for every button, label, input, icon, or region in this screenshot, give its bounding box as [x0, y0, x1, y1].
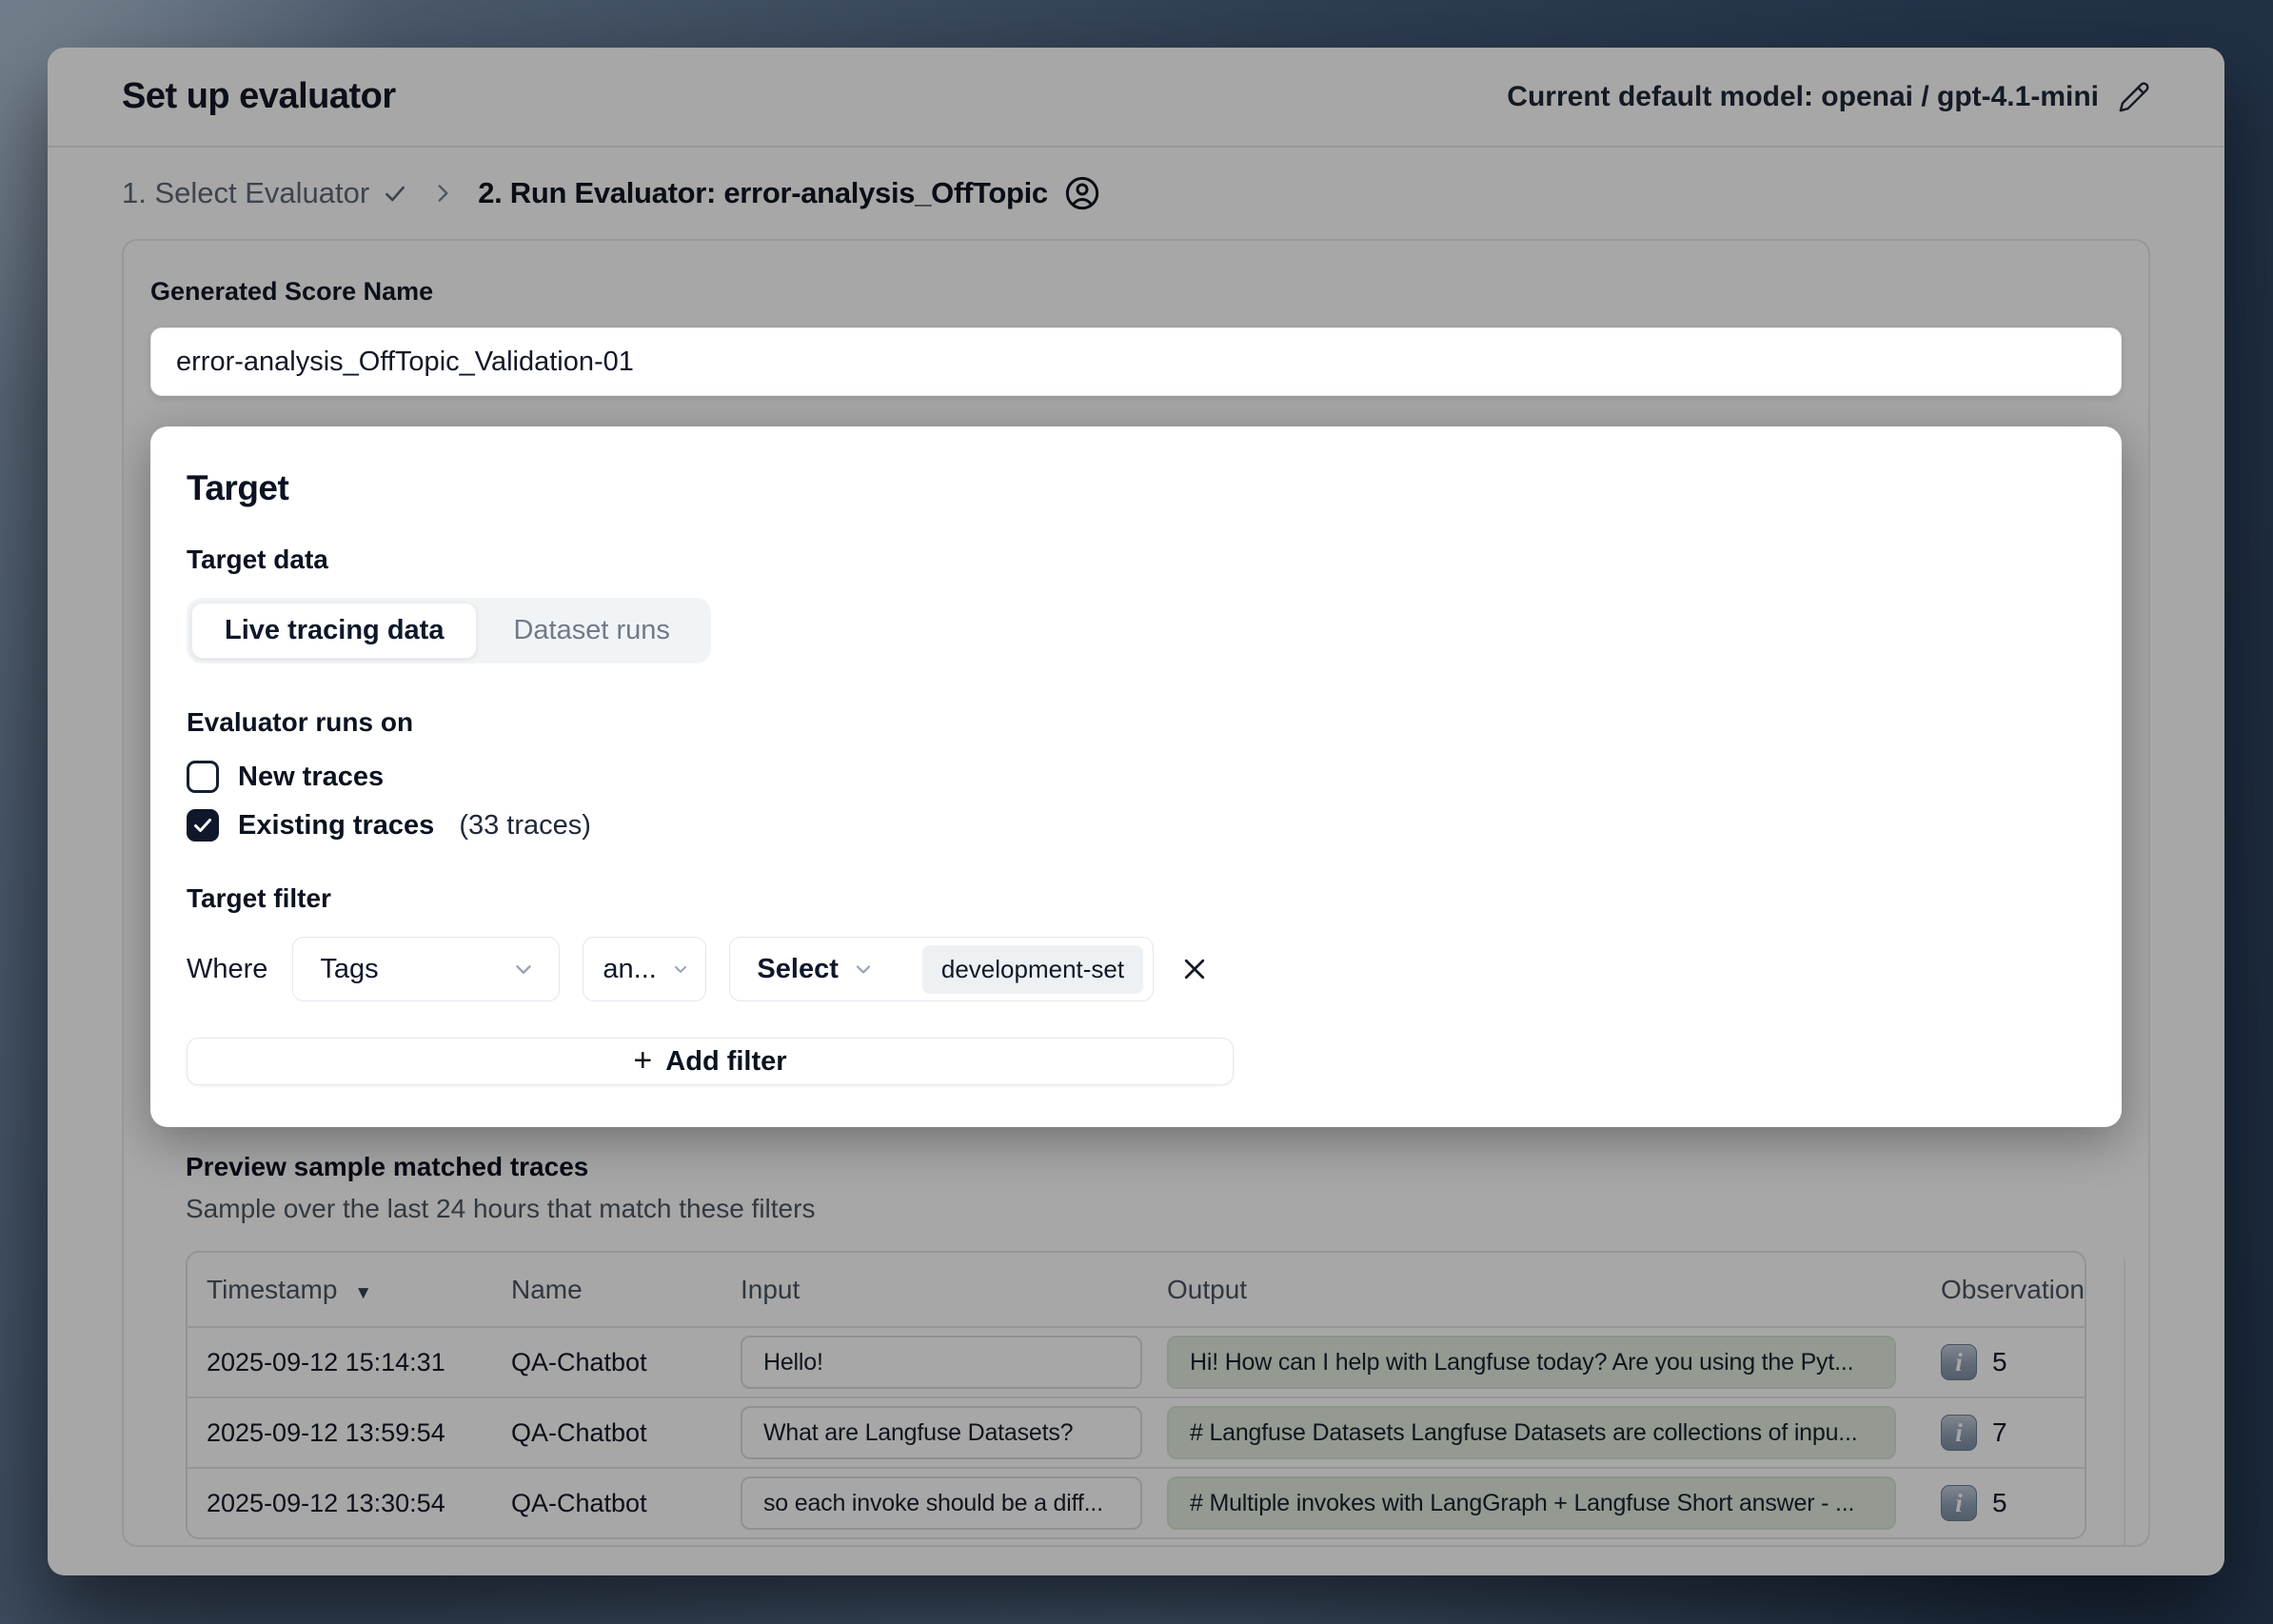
filter-operator-select[interactable]: an...: [583, 937, 706, 1001]
cell-name: QA-Chatbot: [492, 1489, 718, 1518]
filter-operator-value: an...: [603, 954, 656, 985]
target-heading: Target: [187, 468, 2085, 508]
page-title: Set up evaluator: [122, 76, 396, 117]
cell-input: What are Langfuse Datasets?: [718, 1406, 1144, 1459]
selected-tag-chip[interactable]: development-set: [922, 945, 1143, 994]
checkmark-icon: [191, 814, 214, 837]
existing-traces-checkbox[interactable]: [187, 809, 219, 842]
cell-observation-levels: i 5: [1918, 1485, 2085, 1521]
input-pill: Hello!: [741, 1336, 1142, 1389]
filter-column-value: Tags: [320, 954, 378, 985]
cell-timestamp: 2025-09-12 13:30:54: [188, 1489, 492, 1518]
cell-output: # Multiple invokes with LangGraph + Lang…: [1144, 1476, 1918, 1530]
column-header-observation-levels[interactable]: Observation Levels: [1918, 1275, 2085, 1305]
breadcrumb: 1. Select Evaluator 2. Run Evaluator: er…: [48, 148, 2224, 239]
tab-dataset-runs[interactable]: Dataset runs: [477, 603, 705, 659]
edit-model-button[interactable]: [2118, 81, 2150, 113]
evaluator-runs-on-label: Evaluator runs on: [187, 707, 2085, 738]
new-traces-checkbox[interactable]: [187, 761, 219, 793]
plus-icon: +: [633, 1044, 652, 1077]
existing-traces-label[interactable]: Existing traces: [238, 810, 434, 842]
cell-output: # Langfuse Datasets Langfuse Datasets ar…: [1144, 1406, 1918, 1459]
step2-label: 2. Run Evaluator: error-analysis_OffTopi…: [478, 176, 1048, 210]
column-header-name[interactable]: Name: [492, 1275, 718, 1305]
chevron-down-icon: [852, 958, 875, 980]
preview-section: Preview sample matched traces Sample ove…: [186, 1152, 2086, 1539]
output-pill: # Multiple invokes with LangGraph + Lang…: [1167, 1476, 1896, 1530]
preview-subtitle: Sample over the last 24 hours that match…: [186, 1194, 2086, 1224]
tab-live-tracing-data[interactable]: Live tracing data: [191, 603, 477, 659]
info-badge-icon: i: [1941, 1485, 1977, 1521]
check-icon: [383, 181, 407, 206]
table-row[interactable]: 2025-09-12 13:30:54 QA-Chatbot so each i…: [188, 1467, 2085, 1537]
step-select-evaluator[interactable]: 1. Select Evaluator: [122, 176, 407, 210]
column-header-output[interactable]: Output: [1144, 1275, 1918, 1305]
step1-label: 1. Select Evaluator: [122, 176, 369, 210]
column-header-timestamp[interactable]: Timestamp ▼: [188, 1275, 492, 1305]
timestamp-header-label: Timestamp: [207, 1275, 337, 1304]
filter-column-select[interactable]: Tags: [292, 937, 560, 1001]
filter-value-placeholder: Select: [757, 954, 838, 985]
output-pill: # Langfuse Datasets Langfuse Datasets ar…: [1167, 1406, 1896, 1459]
observation-count: 7: [1992, 1417, 2007, 1448]
target-data-label: Target data: [187, 545, 2085, 575]
where-label: Where: [187, 954, 267, 985]
column-header-input[interactable]: Input: [718, 1275, 1144, 1305]
traces-table: Timestamp ▼ Name Input Output Observatio…: [186, 1251, 2086, 1539]
existing-traces-option: Existing traces (33 traces): [187, 809, 2085, 842]
add-filter-button[interactable]: + Add filter: [187, 1038, 1234, 1085]
scrollbar-track[interactable]: [2124, 1259, 2125, 1545]
new-traces-label[interactable]: New traces: [238, 762, 384, 793]
input-pill: so each invoke should be a diff...: [741, 1476, 1142, 1530]
run-evaluator-form: Generated Score Name error-analysis_OffT…: [122, 239, 2150, 1547]
cell-observation-levels: i 7: [1918, 1415, 2085, 1451]
score-name-input[interactable]: error-analysis_OffTopic_Validation-01: [150, 327, 2122, 396]
info-badge-icon: i: [1941, 1415, 1977, 1451]
add-filter-label: Add filter: [665, 1046, 786, 1078]
user-circle-icon: [1063, 174, 1101, 212]
target-data-tabs: Live tracing data Dataset runs: [187, 598, 711, 663]
cell-observation-levels: i 5: [1918, 1344, 2085, 1380]
remove-filter-button[interactable]: [1180, 955, 1209, 983]
chevron-down-icon: [671, 960, 690, 979]
table-row[interactable]: 2025-09-12 15:14:31 QA-Chatbot Hello! Hi…: [188, 1326, 2085, 1396]
cell-name: QA-Chatbot: [492, 1418, 718, 1448]
observation-count: 5: [1992, 1347, 2007, 1377]
input-pill: What are Langfuse Datasets?: [741, 1406, 1142, 1459]
cell-output: Hi! How can I help with Langfuse today? …: [1144, 1336, 1918, 1389]
cell-timestamp: 2025-09-12 13:59:54: [188, 1418, 492, 1448]
cell-input: so each invoke should be a diff...: [718, 1476, 1144, 1530]
target-filter-label: Target filter: [187, 883, 2085, 914]
default-model-label: Current default model: openai / gpt-4.1-…: [1507, 81, 2099, 113]
chevron-right-icon: [430, 181, 455, 206]
target-card: Target Target data Live tracing data Dat…: [150, 426, 2122, 1127]
info-badge-icon: i: [1941, 1344, 1977, 1380]
output-pill: Hi! How can I help with Langfuse today? …: [1167, 1336, 1896, 1389]
dialog-header: Set up evaluator Current default model: …: [48, 48, 2224, 148]
filter-value-select[interactable]: Select development-set: [729, 937, 1154, 1001]
cell-input: Hello!: [718, 1336, 1144, 1389]
table-row[interactable]: 2025-09-12 13:59:54 QA-Chatbot What are …: [188, 1396, 2085, 1467]
sort-desc-icon: ▼: [354, 1283, 372, 1303]
observation-count: 5: [1992, 1488, 2007, 1518]
existing-traces-count: (33 traces): [459, 810, 591, 842]
chevron-down-icon: [511, 957, 536, 981]
close-icon: [1180, 955, 1209, 983]
step-run-evaluator[interactable]: 2. Run Evaluator: error-analysis_OffTopi…: [478, 174, 1101, 212]
setup-evaluator-dialog: Set up evaluator Current default model: …: [48, 48, 2224, 1575]
pencil-icon: [2118, 81, 2150, 113]
score-name-label: Generated Score Name: [150, 277, 2122, 307]
cell-timestamp: 2025-09-12 15:14:31: [188, 1348, 492, 1377]
preview-title: Preview sample matched traces: [186, 1152, 2086, 1182]
cell-name: QA-Chatbot: [492, 1348, 718, 1377]
default-model-area: Current default model: openai / gpt-4.1-…: [1507, 81, 2150, 113]
table-header-row: Timestamp ▼ Name Input Output Observatio…: [188, 1253, 2085, 1326]
filter-row: Where Tags an... Select: [187, 937, 2085, 1001]
new-traces-option: New traces: [187, 761, 2085, 793]
